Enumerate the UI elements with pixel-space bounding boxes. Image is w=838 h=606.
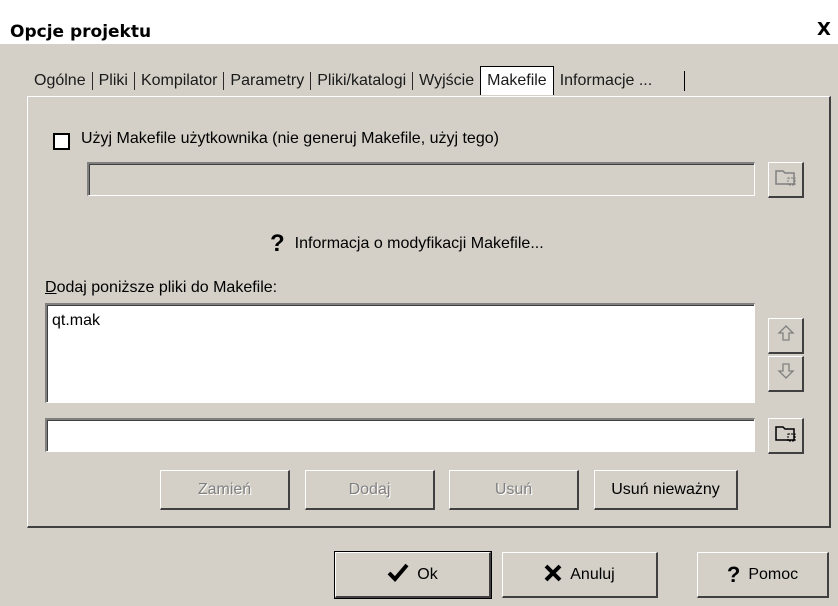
close-icon: X bbox=[817, 19, 831, 40]
move-up-button[interactable] bbox=[768, 318, 804, 354]
replace-button[interactable]: Zamień bbox=[160, 470, 290, 510]
browse-custom-makefile-button[interactable] bbox=[768, 162, 804, 198]
tab-divider bbox=[412, 72, 414, 90]
makefile-help-text: Informacja o modyfikacji Makefile... bbox=[294, 235, 544, 252]
checkmark-icon bbox=[387, 562, 409, 588]
tab-divider bbox=[91, 72, 93, 90]
move-down-button[interactable] bbox=[768, 356, 804, 392]
arrow-up-icon bbox=[776, 324, 795, 347]
use-custom-makefile-label: Użyj Makefile użytkownika (nie generuj M… bbox=[81, 130, 499, 147]
folder-open-icon bbox=[774, 422, 798, 449]
arrow-down-icon bbox=[776, 362, 795, 385]
browse-file-button[interactable] bbox=[768, 418, 804, 454]
tab-divider bbox=[133, 72, 135, 90]
tab-information[interactable]: Informacje ... bbox=[554, 72, 658, 90]
cancel-label: Anuluj bbox=[570, 565, 615, 583]
ok-button[interactable]: Ok bbox=[334, 551, 492, 599]
tab-files[interactable]: Pliki bbox=[93, 72, 134, 90]
title-bar: Opcje projektu X bbox=[0, 0, 838, 44]
add-button[interactable]: Dodaj bbox=[305, 470, 435, 510]
tab-divider bbox=[684, 71, 686, 91]
window-title: Opcje projektu bbox=[10, 22, 152, 42]
tab-divider bbox=[310, 72, 312, 90]
close-button[interactable]: X bbox=[811, 18, 837, 44]
question-icon: ? bbox=[726, 561, 741, 587]
new-file-input[interactable] bbox=[45, 418, 755, 452]
list-item[interactable]: qt.mak bbox=[52, 312, 100, 330]
ok-label: Ok bbox=[417, 565, 438, 583]
question-icon: ? bbox=[270, 230, 285, 257]
tab-divider bbox=[223, 72, 225, 90]
custom-makefile-path-input[interactable] bbox=[87, 162, 755, 196]
help-label: Pomoc bbox=[748, 565, 799, 583]
dialog-window: Opcje projektu X Ogólne Pliki Kompilator… bbox=[0, 0, 838, 606]
use-custom-makefile-checkbox[interactable] bbox=[53, 133, 70, 150]
makefile-help-link[interactable]: ? Informacja o modyfikacji Makefile... bbox=[270, 230, 544, 258]
tab-directories[interactable]: Pliki/katalogi bbox=[311, 72, 412, 90]
tab-parameters[interactable]: Parametry bbox=[224, 72, 310, 90]
folder-open-icon bbox=[774, 166, 798, 193]
x-cross-icon bbox=[544, 562, 562, 588]
remove-button[interactable]: Usuń bbox=[449, 470, 579, 510]
files-list-label: Dodaj poniższe pliki do Makefile: bbox=[45, 279, 278, 296]
tab-output[interactable]: Wyjście bbox=[413, 72, 480, 90]
tab-compiler[interactable]: Kompilator bbox=[135, 72, 223, 90]
makefile-files-list[interactable]: qt.mak bbox=[45, 303, 755, 403]
tab-general[interactable]: Ogólne bbox=[28, 72, 92, 90]
tab-makefile[interactable]: Makefile bbox=[480, 65, 554, 95]
tab-strip: Ogólne Pliki Kompilator Parametry Pliki/… bbox=[28, 65, 686, 95]
cancel-button[interactable]: Anuluj bbox=[502, 552, 658, 598]
help-button[interactable]: ? Pomoc bbox=[697, 552, 829, 598]
remove-invalid-button[interactable]: Usuń nieważny bbox=[594, 470, 738, 510]
